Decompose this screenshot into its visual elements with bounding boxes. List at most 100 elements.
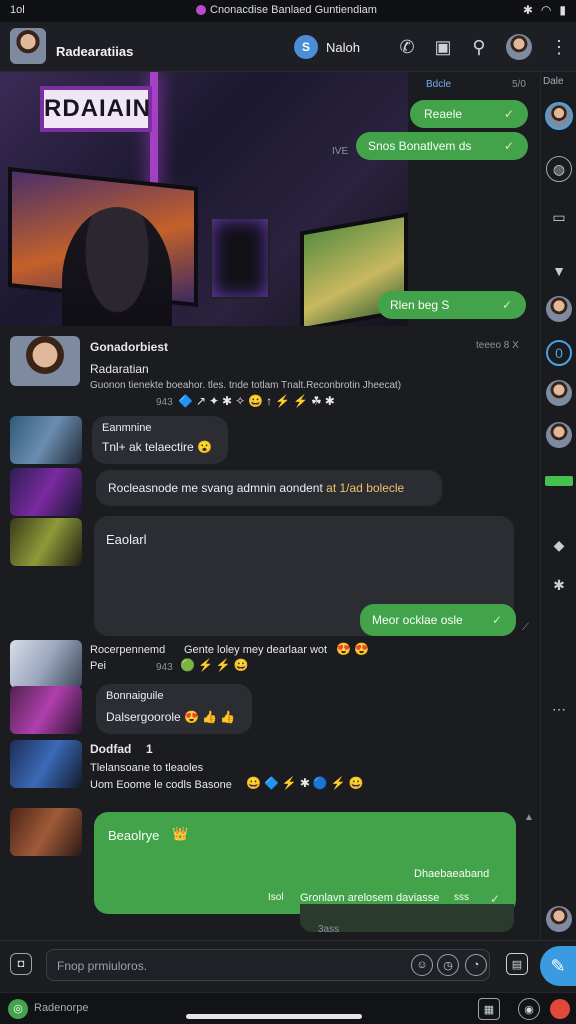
bottom-app-icon[interactable]: ◎: [8, 999, 28, 1019]
message-input-wrap[interactable]: ☺ ◷ ◔: [46, 949, 490, 981]
chat-count: 943: [156, 397, 173, 408]
message-caption: Gronlavn arelosem daviasse: [300, 892, 440, 904]
out-label: Bdcle: [426, 79, 452, 90]
message-text: Reaele: [424, 107, 463, 121]
rail-avatar-3[interactable]: [546, 422, 572, 448]
message-text: Rocleasnode me svang admnin aondent: [108, 481, 323, 495]
bookmark-icon[interactable]: ▼: [546, 258, 572, 284]
rail-avatar-1[interactable]: [546, 296, 572, 322]
folder-icon[interactable]: ▭: [546, 204, 572, 230]
outgoing-bubble[interactable]: Meor ocklae osle ✓: [360, 604, 516, 636]
globe-icon[interactable]: ◍: [546, 156, 572, 182]
chat-thumb[interactable]: [10, 640, 82, 688]
emoji-row: 🟢⚡⚡😀: [180, 658, 252, 672]
pill-label: Naloh: [326, 39, 360, 55]
incoming-bubble[interactable]: Bonnaiguile Dalsergoorole 😍👍👍: [96, 684, 252, 734]
outgoing-bubble[interactable]: Snos Bonatlvem ds ✓: [356, 132, 528, 160]
pill-initial: S: [294, 35, 318, 59]
more-icon[interactable]: ⋮: [548, 36, 570, 58]
chat-mark: 1: [146, 742, 153, 756]
read-check-icon: ✓: [503, 139, 514, 153]
message-text: Eaolarl: [106, 532, 147, 547]
message-meta: 3ass: [318, 924, 340, 935]
emoji-row: 😍👍👍: [184, 710, 238, 724]
chat-title: Gonadorbiest: [90, 340, 169, 354]
message-text: Tnl+ ak telaectire: [102, 440, 194, 454]
chat-title: Dodfad: [90, 742, 132, 756]
rail-label: Dale: [543, 76, 564, 87]
gift-icon[interactable]: ▣: [432, 36, 454, 58]
star-icon[interactable]: ✱: [546, 572, 572, 598]
timer-icon[interactable]: ◔: [465, 954, 487, 976]
composer-bar: ◘ ☺ ◷ ◔ ▤: [0, 940, 576, 992]
outgoing-bubble[interactable]: Reaele ✓: [410, 100, 528, 128]
chat-title: Rocerpennemd: [90, 644, 166, 656]
message-input[interactable]: [57, 956, 357, 976]
outgoing-bubble-large[interactable]: Beaolrye 👑 Dhaebaeaband Isol Gronlavn ar…: [94, 812, 516, 914]
message-end: sss: [454, 892, 469, 903]
chat-preview: Tlelansoane to tleaoles: [90, 762, 204, 774]
camera-icon[interactable]: ◉: [518, 998, 540, 1020]
incoming-bubble[interactable]: Eanmnine Tnl+ ak telaectire 😮: [92, 416, 228, 464]
chat-subtitle: Radaratian: [90, 362, 149, 376]
hero-sign: RDAIAIN: [40, 86, 152, 132]
incoming-bubble[interactable]: Rocleasnode me svang admnin aondent at 1…: [96, 470, 442, 506]
read-check-icon: ✓: [503, 107, 514, 121]
send-icon[interactable]: ✎: [540, 946, 576, 986]
phone-icon[interactable]: ✆: [396, 36, 418, 58]
attach-icon[interactable]: ◘: [10, 953, 32, 975]
pin-icon[interactable]: ◆: [546, 532, 572, 558]
chat-subtitle[interactable]: Radearatiias: [56, 44, 133, 59]
chat-subtitle: Pei: [90, 660, 106, 672]
chat-thumb[interactable]: [10, 518, 82, 566]
rail-badge-icon[interactable]: 0: [546, 340, 572, 366]
clock-icon[interactable]: ◷: [437, 954, 459, 976]
chat-avatar[interactable]: [10, 28, 46, 64]
rail-more-icon[interactable]: ⋯: [546, 696, 572, 722]
status-time: 1ol: [10, 4, 25, 16]
bottom-bar: ◎ Radenorpe ▦ ◉: [0, 992, 576, 1024]
battery-icon: ▮: [559, 3, 566, 17]
message-highlight: at 1/ad bolecle: [326, 481, 405, 495]
pc-tower: [210, 217, 270, 299]
message-text: Dalsergoorole: [106, 710, 181, 724]
notification-icon[interactable]: [550, 999, 570, 1019]
message-text: Dhaebaeaband: [414, 868, 490, 880]
rail-avatar-2[interactable]: [546, 380, 572, 406]
sticker-icon[interactable]: ▤: [506, 953, 528, 975]
chat-preview: Gente loley mey dearlaar wot: [184, 644, 328, 656]
message-text: Meor ocklae osle: [372, 613, 463, 627]
chat-thumb[interactable]: [10, 740, 82, 788]
wifi-icon: ◠: [540, 3, 552, 17]
sender-name: Eanmnine: [102, 422, 152, 434]
chat-thumb[interactable]: [10, 686, 82, 734]
status-bar: 1ol Cnonacdise Banlaed Guntiendiam ✱ ◠ ▮: [0, 0, 576, 22]
outgoing-bubble[interactable]: Rlen beg S ✓: [378, 291, 526, 319]
bottom-label: Radenorpe: [34, 1002, 89, 1014]
message-time: Isol: [268, 892, 284, 903]
message-title: Beaolrye: [108, 828, 160, 843]
app-dot-icon: [196, 5, 206, 15]
media-image[interactable]: RDAIAIN: [0, 72, 408, 326]
header-pill[interactable]: S Naloh: [294, 34, 360, 60]
emoji-row: 😍😍: [336, 642, 372, 656]
rail-green-indicator: [545, 476, 573, 486]
search-icon[interactable]: ⚲: [468, 36, 490, 58]
reply-icon[interactable]: ⟋: [522, 622, 529, 633]
chat-thumb[interactable]: [10, 336, 80, 386]
chat-thumb[interactable]: [10, 468, 82, 516]
chat-thumb[interactable]: [10, 808, 82, 856]
emoji-icon[interactable]: ☺: [411, 954, 433, 976]
grid-icon[interactable]: ▦: [478, 998, 500, 1020]
rail-avatar-4[interactable]: [546, 906, 572, 932]
chat-header: Radearatiias S Naloh ✆ ▣ ⚲ ⋮: [0, 22, 576, 72]
chat-preview: Guonon tienekte boeahor. tles. tnde totl…: [90, 380, 402, 391]
rail-avatar-active[interactable]: [545, 102, 573, 130]
reply-icon[interactable]: ▲: [524, 812, 534, 823]
chat-count: 943: [156, 662, 173, 673]
home-indicator[interactable]: [186, 1014, 362, 1019]
chat-thumb[interactable]: [10, 416, 82, 464]
side-rail: Dale ◍ ▭ ▼ 0 ◆ ✱ ⋯: [540, 72, 576, 940]
profile-avatar[interactable]: [506, 34, 532, 60]
message-prefix: IVE: [332, 146, 349, 157]
